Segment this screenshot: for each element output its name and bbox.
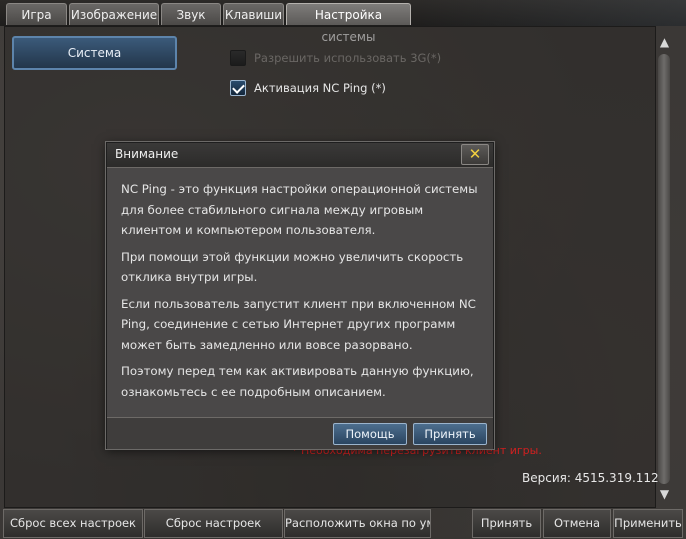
version-label: Версия: 4515.319.112 <box>522 471 659 485</box>
attention-dialog: Внимание ✕ NC Ping - это функция настрой… <box>106 142 494 449</box>
tab-system-settings[interactable]: Настройка системы <box>286 3 411 44</box>
dialog-paragraph: Поэтому перед тем как активировать данну… <box>121 364 474 399</box>
close-icon[interactable]: ✕ <box>461 144 489 165</box>
allow-3g-checkbox <box>230 50 246 66</box>
scroll-down-icon[interactable]: ▼ <box>656 486 673 502</box>
dialog-paragraph: При помощи этой функции можно увеличить … <box>121 249 464 285</box>
reset-all-button[interactable]: Сброс всех настроек <box>3 509 143 538</box>
nc-ping-label: Активация NC Ping (*) <box>254 81 386 95</box>
scrollbar[interactable]: ▲ ▼ <box>656 34 673 504</box>
help-button[interactable]: Помощь <box>333 423 407 445</box>
nc-ping-checkbox[interactable] <box>230 80 246 96</box>
scroll-up-icon[interactable]: ▲ <box>656 34 673 50</box>
tab-bar: Игра Изображение Звук Клавиши Настройка … <box>0 0 686 44</box>
option-allow-3g: Разрешить использовать 3G(*) <box>230 48 441 68</box>
allow-3g-label: Разрешить использовать 3G(*) <box>254 51 442 65</box>
apply-button[interactable]: Принять <box>472 509 541 538</box>
tab-bar-decoration <box>406 0 686 26</box>
tab-graphics[interactable]: Изображение <box>69 3 159 25</box>
tab-keys[interactable]: Клавиши <box>223 3 284 25</box>
dialog-title: Внимание <box>115 147 179 161</box>
dialog-paragraph: Если пользователь запустит клиент при вк… <box>121 296 476 352</box>
dialog-paragraph: NC Ping - это функция настройки операцио… <box>121 182 478 237</box>
scroll-track[interactable] <box>658 54 670 484</box>
reset-button[interactable]: Сброс настроек <box>144 509 283 538</box>
dialog-header: Внимание ✕ <box>107 143 493 168</box>
tab-game[interactable]: Игра <box>6 3 67 25</box>
arrange-windows-button[interactable]: Расположить окна по умолча <box>284 509 431 538</box>
accept-button[interactable]: Принять <box>413 423 487 445</box>
dialog-body: NC Ping - это функция настройки операцио… <box>121 179 481 408</box>
tab-sound[interactable]: Звук <box>161 3 221 25</box>
option-nc-ping[interactable]: Активация NC Ping (*) <box>230 78 386 98</box>
cancel-button[interactable]: Отмена <box>543 509 611 538</box>
dialog-footer: Помощь Принять <box>107 417 493 449</box>
sidebar-item-system[interactable]: Система <box>12 36 177 70</box>
apply-settings-button[interactable]: Применить <box>613 509 683 538</box>
